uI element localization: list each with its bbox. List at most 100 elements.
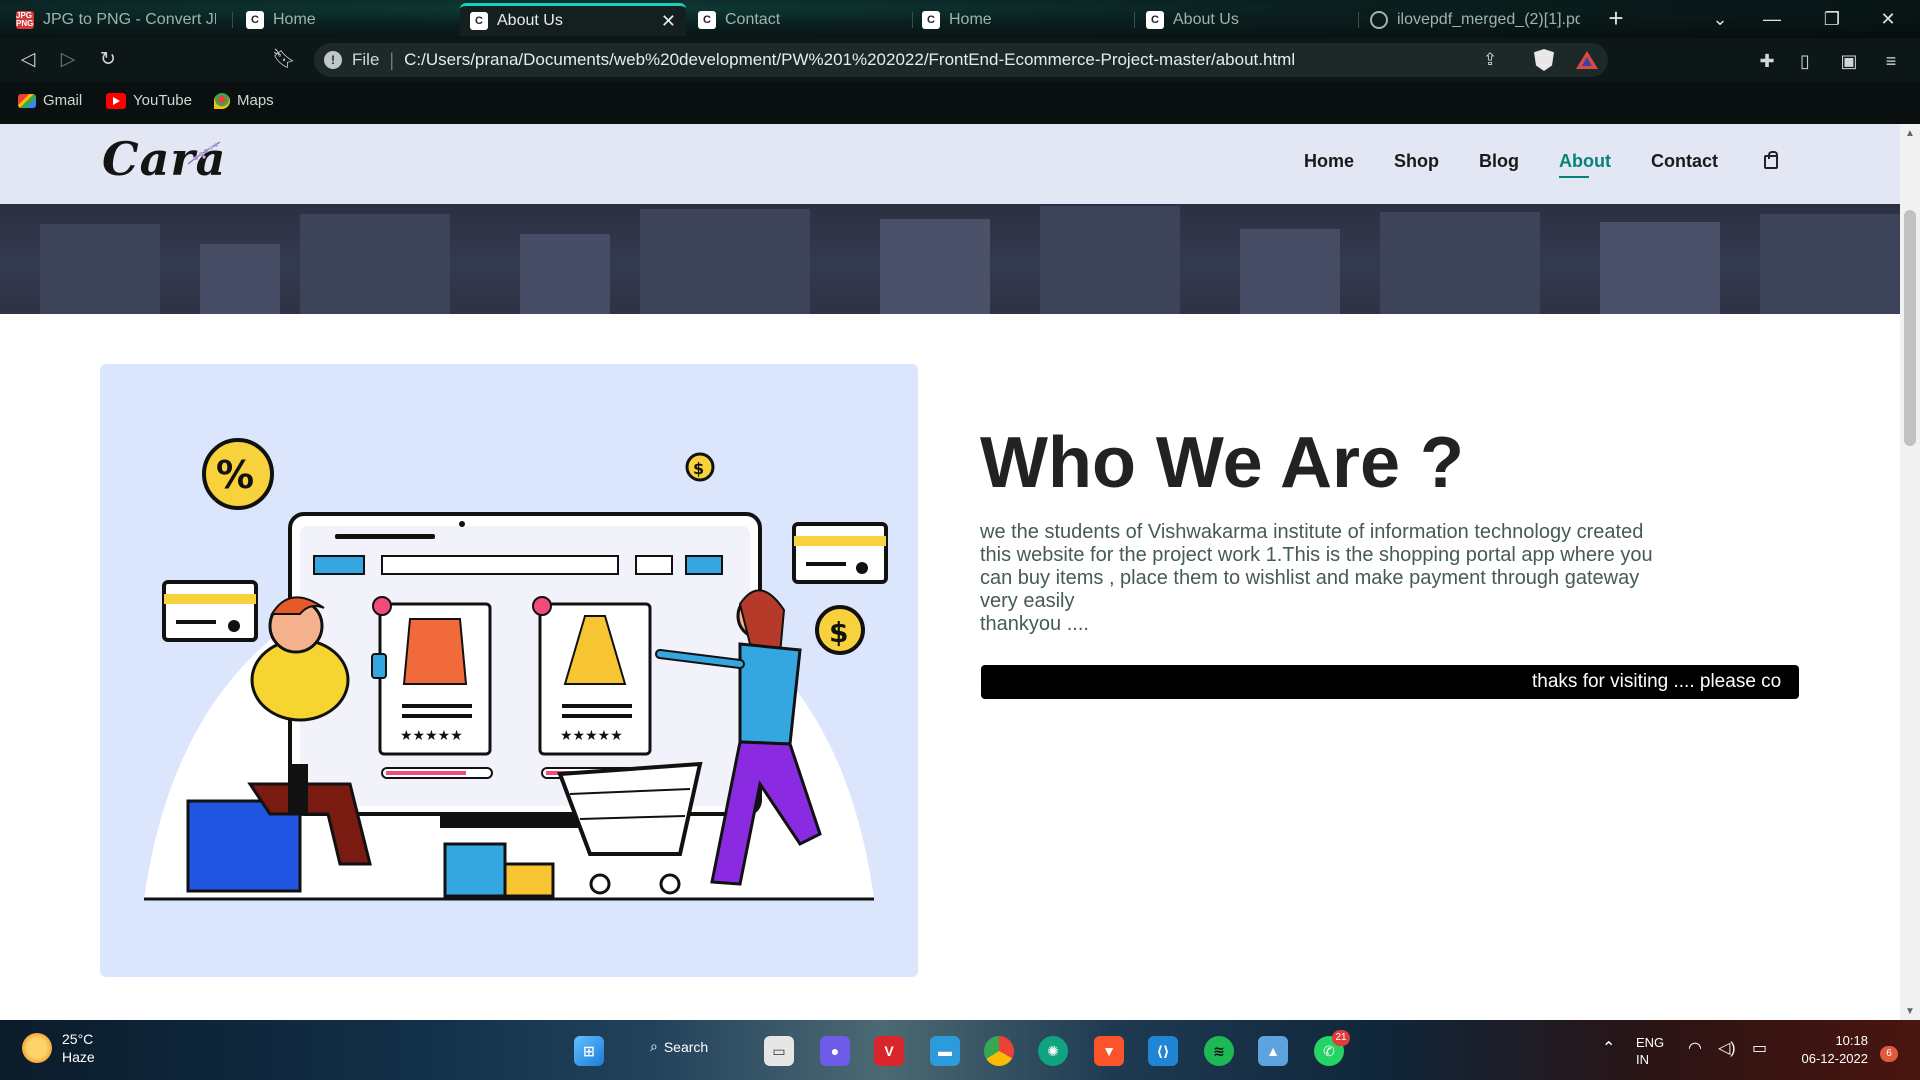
hero-building (880, 219, 990, 314)
brave-rewards-icon[interactable] (1576, 51, 1598, 69)
youtube-icon (106, 92, 126, 109)
chrome-icon[interactable] (984, 1036, 1014, 1066)
scroll-down-arrow-icon[interactable]: ▼ (1905, 1006, 1915, 1017)
svg-text:★★★★★: ★★★★★ (560, 728, 623, 744)
page-hero-banner (0, 204, 1900, 314)
address-bar[interactable]: ! File | C:/Users/prana/Documents/web%20… (314, 43, 1608, 77)
scrollbar-thumb[interactable] (1904, 210, 1916, 446)
site-header: Cara Home Shop Blog About Contact (0, 124, 1900, 204)
about-description: we the students of Vishwakarma institute… (980, 521, 1800, 636)
svg-text:$: $ (693, 459, 704, 478)
site-info-icon[interactable]: ! (324, 51, 342, 69)
tab-separator (1134, 12, 1135, 28)
svg-text:$: $ (829, 616, 848, 649)
wallet-icon[interactable]: ▣ (1836, 48, 1862, 74)
gmail-icon (18, 93, 36, 108)
browser-tab-bar: JPG PNG JPG to PNG - Convert JPEG C Home… (0, 0, 1920, 38)
tab-about-us-2[interactable]: C About Us (1136, 3, 1356, 36)
tab-pdf[interactable]: ilovepdf_merged_(2)[1].pdf (1360, 3, 1590, 36)
search-icon: ⌕ (650, 1038, 658, 1054)
hero-building (200, 244, 280, 314)
thanks-marquee: thaks for visiting .... please co (981, 665, 1799, 699)
close-tab-icon[interactable]: ✕ (661, 11, 676, 32)
tab-home[interactable]: C Home (236, 3, 456, 36)
tab-jpg-to-png[interactable]: JPG PNG JPG to PNG - Convert JPEG (6, 3, 226, 36)
about-line: very easily (980, 590, 1075, 612)
weather-widget[interactable]: 25°C Haze (22, 1030, 95, 1066)
spotify-icon[interactable]: ≋ (1204, 1036, 1234, 1066)
logo-lavender-sprig-icon (187, 141, 221, 165)
nav-home[interactable]: Home (1304, 151, 1354, 172)
tab-contact[interactable]: C Contact (688, 3, 908, 36)
nav-about[interactable]: About (1559, 151, 1611, 178)
chatgpt-icon[interactable]: ✺ (1038, 1036, 1068, 1066)
vivaldi-icon[interactable]: V (874, 1036, 904, 1066)
about-line: this website for the project work 1.This… (980, 544, 1653, 566)
show-hidden-icons-chevron-icon[interactable]: ⌃ (1602, 1040, 1615, 1057)
bookmark-icon[interactable]: 🔖︎ (270, 46, 298, 74)
bookmark-maps[interactable]: Maps (214, 92, 274, 109)
weather-temp: 25°C (62, 1031, 94, 1047)
about-title: Who We Are ? (980, 423, 1464, 503)
tab-home-2[interactable]: C Home (912, 3, 1132, 36)
notification-count-badge[interactable]: 6 (1880, 1046, 1898, 1062)
svg-text:★★★★★: ★★★★★ (400, 728, 463, 744)
zoom-icon[interactable]: ● (820, 1036, 850, 1066)
tab-separator (232, 12, 233, 28)
new-tab-button[interactable]: + (1602, 5, 1630, 33)
cara-favicon-icon: C (698, 10, 716, 29)
nav-contact[interactable]: Contact (1651, 151, 1718, 172)
taskbar-clock[interactable]: 10:18 06-12-2022 (1796, 1032, 1869, 1068)
jpg-favicon-icon: JPG PNG (16, 10, 34, 29)
bookmarks-bar: Gmail YouTube Maps (0, 82, 1920, 124)
about-line: thankyou .... (980, 613, 1089, 635)
task-view-icon[interactable]: ▭ (764, 1036, 794, 1066)
tab-separator (1358, 12, 1359, 28)
share-icon[interactable]: ⇪ (1483, 50, 1497, 70)
back-button[interactable]: ◁ (14, 46, 42, 74)
reload-button[interactable]: ↻ (94, 46, 122, 74)
online-shopping-illustration: ★★★★★ ★★★★★ % $ $ (144, 438, 888, 901)
globe-favicon-icon (1370, 10, 1388, 29)
bookmark-youtube[interactable]: YouTube (106, 92, 192, 109)
shopping-bag-icon[interactable] (1764, 151, 1778, 169)
tab-search-chevron-icon[interactable]: ⌄ (1700, 4, 1740, 34)
language-indicator[interactable]: ENG IN (1636, 1034, 1664, 1068)
cara-favicon-icon: C (246, 10, 264, 29)
about-line: we the students of Vishwakarma institute… (980, 521, 1644, 543)
cara-favicon-icon: C (922, 10, 940, 29)
hero-building (1240, 229, 1340, 314)
close-window-button[interactable]: ✕ (1868, 4, 1908, 34)
taskbar-search[interactable]: ⌕ Search (650, 1038, 708, 1055)
marquee-text: thaks for visiting .... please co (1532, 671, 1782, 692)
hero-building (300, 214, 450, 314)
browser-toolbar: ◁ ▷ ↻ 🔖︎ ! File | C:/Users/prana/Documen… (0, 38, 1920, 82)
page-viewport: Cara Home Shop Blog About Contact ★★★★★ … (0, 124, 1900, 1020)
svg-text:%: % (216, 453, 254, 497)
weather-condition: Haze (62, 1049, 95, 1065)
monitor-icon[interactable]: ▬ (930, 1036, 960, 1066)
menu-icon[interactable]: ≡ (1878, 48, 1904, 74)
wifi-icon[interactable]: ◠ (1688, 1040, 1702, 1057)
nav-blog[interactable]: Blog (1479, 151, 1519, 172)
extensions-icon[interactable]: ✚ (1754, 48, 1780, 74)
brave-icon[interactable]: ▼ (1094, 1036, 1124, 1066)
hero-building (40, 224, 160, 314)
nav-shop[interactable]: Shop (1394, 151, 1439, 172)
minimize-button[interactable]: — (1752, 4, 1792, 34)
photos-icon[interactable]: ▲ (1258, 1036, 1288, 1066)
url-text[interactable]: C:/Users/prana/Documents/web%20developme… (404, 50, 1295, 70)
start-icon[interactable]: ⊞ (574, 1036, 604, 1066)
hero-building (1760, 214, 1900, 314)
tab-about-us-active[interactable]: C About Us ✕ (460, 3, 686, 36)
vscode-icon[interactable]: ⟨⟩ (1148, 1036, 1178, 1066)
forward-button[interactable]: ▷ (54, 46, 82, 74)
volume-icon[interactable]: ◁) (1718, 1040, 1736, 1057)
restore-button[interactable]: ❐ (1812, 4, 1852, 34)
whatsapp-badge: 21 (1332, 1030, 1350, 1046)
cara-favicon-icon: C (470, 12, 488, 30)
sidebar-icon[interactable]: ▯ (1792, 48, 1818, 74)
bookmark-gmail[interactable]: Gmail (18, 92, 82, 109)
scroll-up-arrow-icon[interactable]: ▲ (1905, 128, 1915, 139)
battery-icon[interactable]: ▭ (1752, 1040, 1767, 1057)
